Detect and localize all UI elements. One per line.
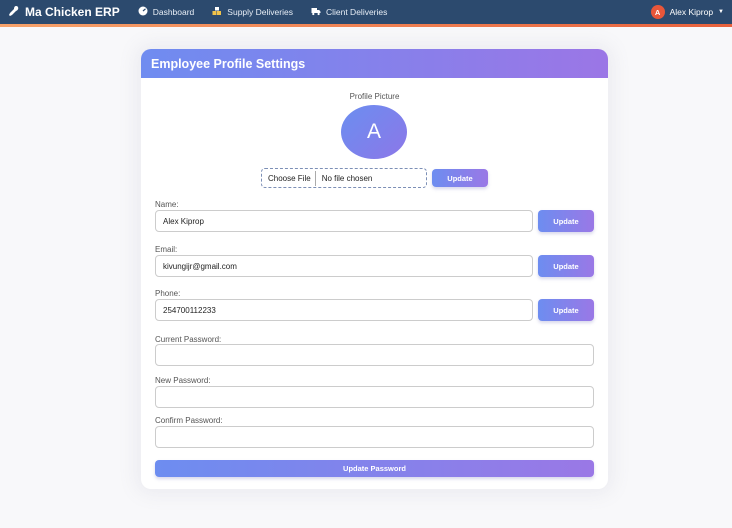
nav-supply-label: Supply Deliveries [227,7,293,17]
brand-link[interactable]: Ma Chicken ERP [8,5,120,20]
update-password-button[interactable]: Update Password [155,460,594,477]
nav-dashboard-label: Dashboard [152,7,195,17]
brand-name: Ma Chicken ERP [25,5,120,19]
current-password-input[interactable] [155,344,594,366]
user-avatar: A [650,5,665,19]
email-input[interactable]: kivungijr@gmail.com [155,255,533,277]
new-password-input[interactable] [155,386,594,408]
profile-settings-card: Employee Profile Settings Profile Pictur… [141,49,608,489]
card-title: Employee Profile Settings [151,56,306,71]
accent-bar [0,24,732,27]
nav-client-deliveries[interactable]: Client Deliveries [311,6,387,18]
phone-input[interactable]: 254700112233 [155,299,533,321]
update-phone-button[interactable]: Update [538,299,594,321]
confirm-password-input[interactable] [155,426,594,448]
profile-picture-label: Profile Picture [349,92,400,101]
nav-dashboard[interactable]: Dashboard [138,6,195,18]
card-header: Employee Profile Settings [141,49,608,78]
phone-label: Phone: [155,289,181,298]
choose-file-button[interactable]: Choose File [266,170,316,186]
chicken-leg-icon [8,5,20,20]
caret-down-icon: ▼ [718,9,724,15]
top-navbar: Ma Chicken ERP Dashboard Supply Deliveri… [0,0,732,24]
name-label: Name: [155,200,179,209]
file-status: No file chosen [321,173,373,183]
update-email-button[interactable]: Update [538,255,594,277]
current-password-label: Current Password: [155,335,222,344]
supply-icon [212,6,222,18]
dashboard-icon [138,6,148,18]
truck-icon [311,6,321,18]
profile-avatar: A [341,105,407,159]
update-name-button[interactable]: Update [538,210,594,232]
name-input[interactable]: Alex Kiprop [155,210,533,232]
new-password-label: New Password: [155,376,211,385]
user-name: Alex Kiprop [669,7,714,17]
user-menu[interactable]: A Alex Kiprop ▼ [650,5,724,19]
email-label: Email: [155,245,178,254]
nav-client-label: Client Deliveries [325,7,388,17]
nav-supply-deliveries[interactable]: Supply Deliveries [212,6,293,18]
upload-picture-button[interactable]: Update [432,169,488,187]
file-input[interactable]: Choose File No file chosen [261,168,427,188]
confirm-password-label: Confirm Password: [155,416,223,425]
